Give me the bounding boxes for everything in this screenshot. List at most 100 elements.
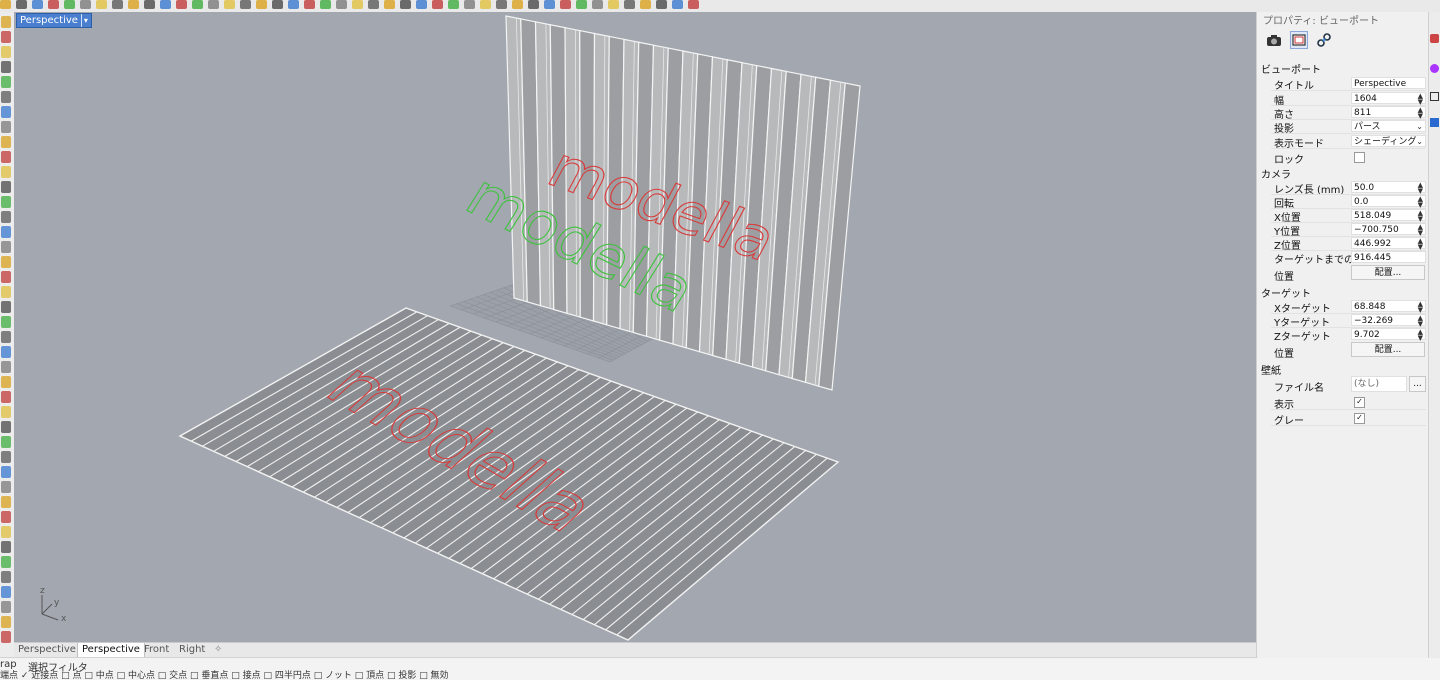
toolbar-icon[interactable] xyxy=(464,0,475,9)
tab-perspective-1[interactable]: Perspective xyxy=(14,643,80,658)
toolbar-icon[interactable] xyxy=(80,0,91,9)
tool-icon[interactable] xyxy=(1,421,11,433)
toolbar-icon[interactable] xyxy=(640,0,651,9)
tool-icon[interactable] xyxy=(1,631,11,643)
toolbar-icon[interactable] xyxy=(416,0,427,9)
tool-icon[interactable] xyxy=(1,46,11,58)
toolbar-icon[interactable] xyxy=(592,0,603,9)
tool-icon[interactable] xyxy=(1,496,11,508)
gray-checkbox[interactable]: ✓ xyxy=(1354,413,1365,424)
toolbar-icon[interactable] xyxy=(608,0,619,9)
lens-length-field[interactable]: 50.0 ▲ ▼ xyxy=(1351,181,1426,195)
tab-perspective-2[interactable]: Perspective xyxy=(77,643,145,658)
tool-icon[interactable] xyxy=(1,451,11,463)
tool-icon[interactable] xyxy=(1,181,11,193)
tool-icon[interactable] xyxy=(1,376,11,388)
tool-icon[interactable] xyxy=(1,481,11,493)
tool-icon[interactable] xyxy=(1,16,11,28)
y-position-field[interactable]: −700.750 ▲ ▼ xyxy=(1351,223,1426,237)
osnap-tab[interactable]: rap xyxy=(0,659,17,670)
viewport-icon[interactable] xyxy=(1290,31,1308,49)
tool-icon[interactable] xyxy=(1,241,11,253)
tool-icon[interactable] xyxy=(1,256,11,268)
rotation-field[interactable]: 0.0 ▲ ▼ xyxy=(1351,195,1426,209)
width-field[interactable]: 1604 ▲ ▼ xyxy=(1351,92,1426,106)
z-position-field[interactable]: 446.992 ▲ ▼ xyxy=(1351,237,1426,251)
tool-icon[interactable] xyxy=(1,316,11,328)
toolbar-icon[interactable] xyxy=(368,0,379,9)
y-target-field[interactable]: −32.269 ▲ ▼ xyxy=(1351,314,1426,328)
toolbar-icon[interactable] xyxy=(624,0,635,9)
toolbar-icon[interactable] xyxy=(528,0,539,9)
tool-icon[interactable] xyxy=(1,166,11,178)
z-target-field[interactable]: 9.702 ▲ ▼ xyxy=(1351,328,1426,342)
panel-tab-icon[interactable] xyxy=(1430,118,1439,127)
toolbar-icon[interactable] xyxy=(48,0,59,9)
perspective-viewport[interactable]: modella modella modella z y x Perspectiv… xyxy=(14,12,1256,642)
tool-icon[interactable] xyxy=(1,361,11,373)
tool-icon[interactable] xyxy=(1,526,11,538)
toolbar-icon[interactable] xyxy=(256,0,267,9)
tool-icon[interactable] xyxy=(1,76,11,88)
toolbar-icon[interactable] xyxy=(448,0,459,9)
panel-tab-icon[interactable] xyxy=(1430,34,1439,43)
tool-icon[interactable] xyxy=(1,616,11,628)
toolbar-icon[interactable] xyxy=(272,0,283,9)
tool-icon[interactable] xyxy=(1,61,11,73)
toolbar-icon[interactable] xyxy=(240,0,251,9)
toolbar-icon[interactable] xyxy=(336,0,347,9)
tool-icon[interactable] xyxy=(1,601,11,613)
tool-icon[interactable] xyxy=(1,121,11,133)
tool-icon[interactable] xyxy=(1,346,11,358)
place-target-button[interactable]: 配置... xyxy=(1351,342,1425,357)
toolbar-icon[interactable] xyxy=(208,0,219,9)
tool-icon[interactable] xyxy=(1,586,11,598)
tool-icon[interactable] xyxy=(1,271,11,283)
toolbar-icon[interactable] xyxy=(352,0,363,9)
chevron-down-icon[interactable]: ▾ xyxy=(80,14,88,27)
toolbar-icon[interactable] xyxy=(16,0,27,9)
toolbar-icon[interactable] xyxy=(544,0,555,9)
link-icon[interactable] xyxy=(1315,31,1333,49)
tool-icon[interactable] xyxy=(1,436,11,448)
panel-tab-icon[interactable] xyxy=(1430,64,1439,73)
x-target-field[interactable]: 68.848 ▲ ▼ xyxy=(1351,300,1426,314)
display-mode-select[interactable]: シェーディング ⌄ xyxy=(1351,135,1426,147)
toolbar-icon[interactable] xyxy=(320,0,331,9)
toolbar-icon[interactable] xyxy=(128,0,139,9)
toolbar-icon[interactable] xyxy=(672,0,683,9)
tab-right[interactable]: Right xyxy=(175,643,209,658)
tool-icon[interactable] xyxy=(1,301,11,313)
tool-icon[interactable] xyxy=(1,136,11,148)
tab-front[interactable]: Front xyxy=(140,643,173,658)
toolbar-icon[interactable] xyxy=(288,0,299,9)
tool-icon[interactable] xyxy=(1,106,11,118)
plus-icon[interactable]: ✧ xyxy=(210,643,226,658)
panel-tab-icon[interactable] xyxy=(1430,92,1439,101)
toolbar-icon[interactable] xyxy=(0,0,11,9)
tool-icon[interactable] xyxy=(1,226,11,238)
tool-icon[interactable] xyxy=(1,541,11,553)
camera-icon[interactable] xyxy=(1265,31,1283,49)
toolbar-icon[interactable] xyxy=(32,0,43,9)
show-checkbox[interactable]: ✓ xyxy=(1354,397,1365,408)
toolbar-icon[interactable] xyxy=(176,0,187,9)
scene-canvas[interactable]: modella modella modella z y x xyxy=(14,12,1256,642)
tool-icon[interactable] xyxy=(1,286,11,298)
toolbar-icon[interactable] xyxy=(560,0,571,9)
tool-icon[interactable] xyxy=(1,511,11,523)
tool-icon[interactable] xyxy=(1,571,11,583)
browse-button[interactable]: ... xyxy=(1409,376,1426,392)
toolbar-icon[interactable] xyxy=(64,0,75,9)
x-position-field[interactable]: 518.049 ▲ ▼ xyxy=(1351,209,1426,223)
tool-icon[interactable] xyxy=(1,331,11,343)
toolbar-icon[interactable] xyxy=(384,0,395,9)
tool-icon[interactable] xyxy=(1,556,11,568)
tool-icon[interactable] xyxy=(1,151,11,163)
toolbar-icon[interactable] xyxy=(688,0,699,9)
right-panel-tabs[interactable] xyxy=(1428,12,1440,658)
toolbar-icon[interactable] xyxy=(496,0,507,9)
tool-icon[interactable] xyxy=(1,196,11,208)
toolbar-icon[interactable] xyxy=(304,0,315,9)
toolbar-icon[interactable] xyxy=(656,0,667,9)
